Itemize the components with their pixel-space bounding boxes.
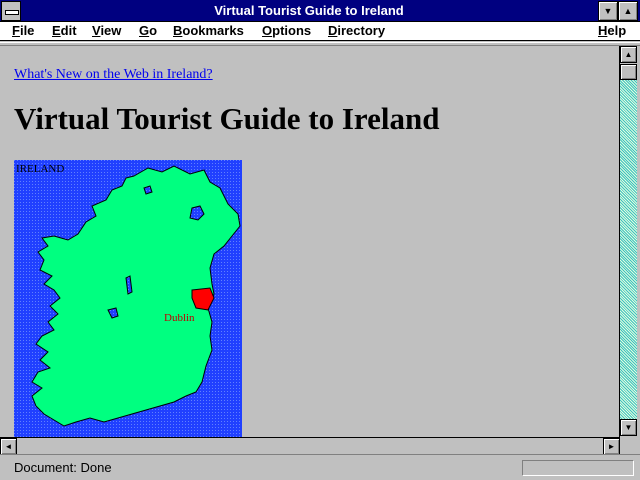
- minimize-button[interactable]: ▼: [598, 1, 618, 21]
- scroll-right-button[interactable]: ►: [603, 438, 620, 455]
- window-title: Virtual Tourist Guide to Ireland: [214, 3, 404, 18]
- menu-go[interactable]: Go: [139, 23, 157, 38]
- status-text: Document: Done: [14, 460, 112, 475]
- horizontal-scroll-track[interactable]: [17, 438, 602, 454]
- menu-directory[interactable]: Directory: [328, 23, 385, 38]
- vertical-scroll-track[interactable]: [620, 64, 637, 419]
- scrollbar-corner: [620, 437, 637, 454]
- menu-bookmarks[interactable]: Bookmarks: [173, 23, 244, 38]
- document-view[interactable]: What's New on the Web in Ireland? Virtua…: [0, 46, 619, 437]
- vertical-scrollbar[interactable]: ▲ ▼: [619, 46, 637, 437]
- menu-edit[interactable]: Edit: [52, 23, 77, 38]
- progress-indicator: [522, 460, 634, 476]
- dublin-label: Dublin: [164, 312, 195, 324]
- ireland-map[interactable]: IRELAND Dublin: [14, 160, 242, 437]
- horizontal-scrollbar[interactable]: ◄ ►: [0, 437, 637, 455]
- menu-bar: File Edit View Go Bookmarks Options Dire…: [0, 22, 640, 41]
- menu-view[interactable]: View: [92, 23, 121, 38]
- whats-new-link[interactable]: What's New on the Web in Ireland?: [14, 67, 213, 83]
- scroll-down-button[interactable]: ▼: [620, 419, 637, 436]
- menu-help[interactable]: Help: [598, 23, 626, 38]
- maximize-button[interactable]: ▲: [618, 1, 638, 21]
- map-label: IRELAND: [16, 163, 64, 175]
- scroll-left-button[interactable]: ◄: [0, 438, 17, 455]
- vertical-scroll-thumb[interactable]: [620, 64, 637, 80]
- title-bar: Virtual Tourist Guide to Ireland ▼ ▲: [0, 0, 640, 22]
- system-menu-button[interactable]: [1, 1, 21, 21]
- lough-icon: [143, 185, 153, 195]
- page-heading: Virtual Tourist Guide to Ireland: [14, 101, 440, 136]
- scroll-up-button[interactable]: ▲: [620, 46, 637, 63]
- status-bar: Document: Done: [0, 454, 640, 480]
- menu-file[interactable]: File: [12, 23, 34, 38]
- menu-options[interactable]: Options: [262, 23, 311, 38]
